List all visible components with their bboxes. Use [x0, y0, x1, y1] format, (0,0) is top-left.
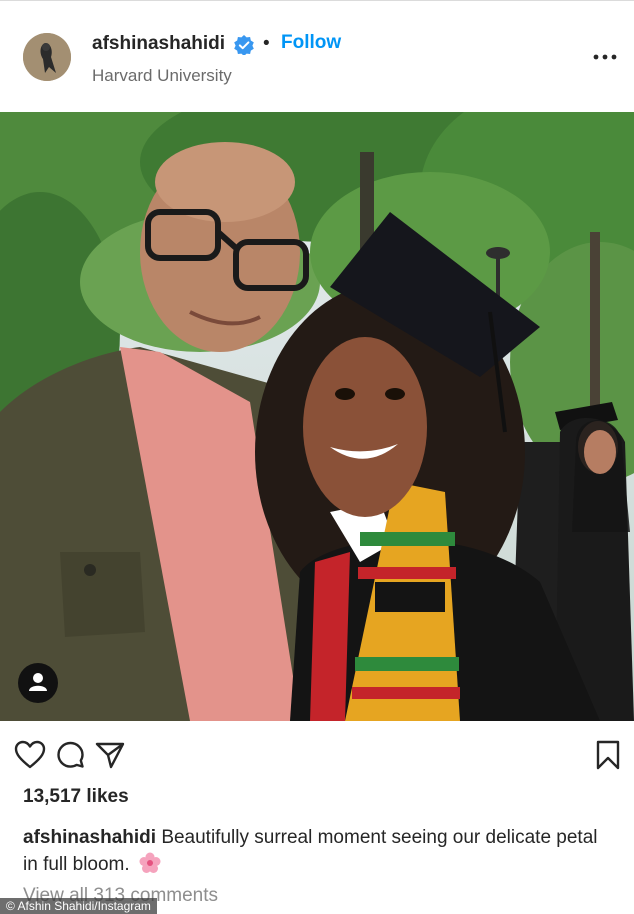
comment-icon[interactable]: [54, 739, 86, 771]
post-header: afshinashahidi • Follow Harvard Universi…: [0, 1, 634, 111]
caption-username[interactable]: afshinashahidi: [23, 827, 156, 848]
more-options-icon[interactable]: [590, 47, 620, 67]
bookmark-icon[interactable]: [592, 739, 624, 771]
photo-credit: © Afshin Shahidi/Instagram: [0, 898, 157, 914]
cherry-blossom-icon: [139, 852, 161, 874]
post-photo[interactable]: [0, 112, 634, 721]
username[interactable]: afshinashahidi: [92, 33, 225, 55]
heart-icon[interactable]: [14, 739, 46, 771]
likes-count[interactable]: 13,517 likes: [23, 786, 129, 808]
instagram-post: afshinashahidi • Follow Harvard Universi…: [0, 0, 634, 914]
header-separator: •: [263, 33, 270, 54]
tagged-user-icon[interactable]: [18, 663, 58, 703]
post-caption: afshinashahidi Beautifully surreal momen…: [23, 824, 613, 878]
profile-avatar[interactable]: [23, 33, 71, 81]
follow-button[interactable]: Follow: [281, 32, 341, 54]
action-bar: [0, 721, 634, 791]
verified-badge-icon: [234, 35, 254, 56]
location-link[interactable]: Harvard University: [92, 66, 232, 86]
share-icon[interactable]: [94, 739, 126, 771]
